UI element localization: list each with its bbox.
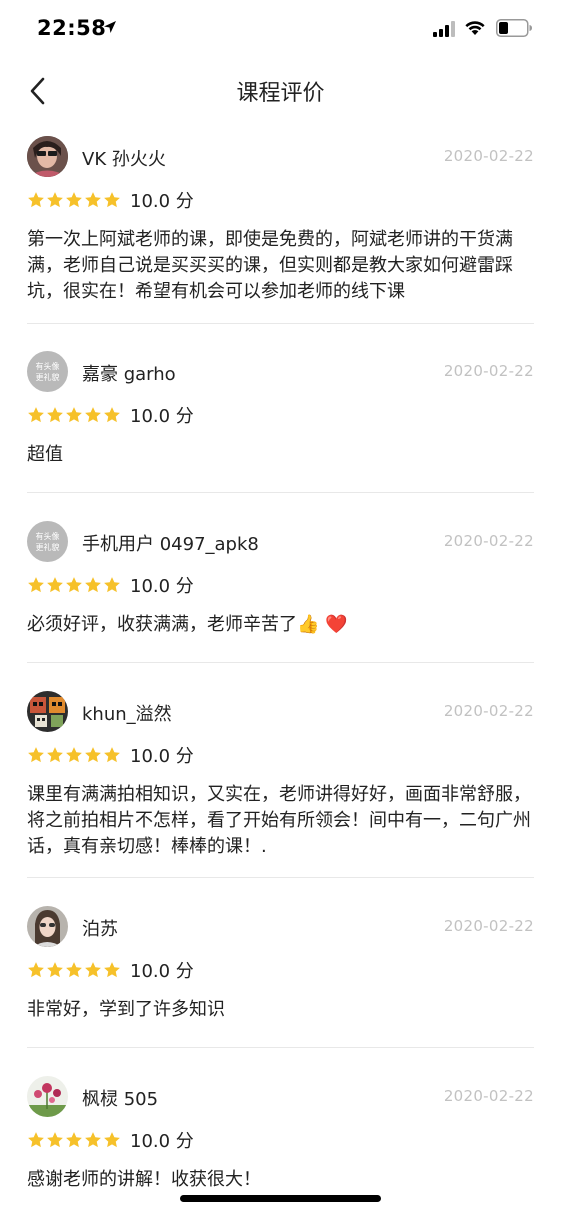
star-icon: [28, 192, 44, 208]
star-icon: [85, 962, 101, 978]
star-icon: [28, 1132, 44, 1148]
review-username: VK 孙火火: [82, 149, 166, 170]
avatar[interactable]: [27, 691, 68, 732]
star-icon: [85, 407, 101, 423]
review-item: khun_溢然 2020-02-22 10.0 分 课里有满满拍相知识，又实在，…: [27, 691, 534, 861]
star-icon: [104, 1132, 120, 1148]
review-content: 第一次上阿斌老师的课，即使是免费的，阿斌老师讲的干货满满，老师自己说是买买买的课…: [27, 229, 513, 302]
default-avatar[interactable]: 有头像 更礼貌: [27, 521, 68, 562]
review-date: 2020-02-22: [443, 1087, 534, 1105]
star-icon: [104, 577, 120, 593]
star-icon: [28, 577, 44, 593]
review-score: 10.0 分: [130, 576, 194, 597]
rating: 10.0 分: [27, 573, 194, 597]
star-icon: [66, 962, 82, 978]
review-date: 2020-02-22: [443, 917, 534, 935]
star-icon: [85, 192, 101, 208]
review-item: 泊苏 2020-02-22 10.0 分 非常好，学到了许多知识: [27, 906, 534, 1026]
rating: 10.0 分: [27, 403, 194, 427]
review-score: 10.0 分: [130, 746, 194, 767]
avatar[interactable]: [27, 136, 68, 177]
star-rating: [27, 961, 121, 979]
star-icon: [47, 747, 63, 763]
rating: 10.0 分: [27, 743, 194, 767]
pixel-art-avatar-icon: [27, 691, 68, 732]
battery-icon: [496, 19, 532, 37]
nav-bar: 课程评价: [0, 60, 561, 120]
star-icon: [66, 192, 82, 208]
location-arrow-icon: [104, 21, 116, 33]
user-photo-avatar-icon: [27, 136, 68, 177]
flower-avatar-icon: [27, 1076, 68, 1117]
user-photo-avatar-icon: [27, 906, 68, 947]
review-item: VK 孙火火 2020-02-22 10.0 分 第一次上阿斌老师的课，即使是免…: [27, 136, 534, 306]
star-rating: [27, 1131, 121, 1149]
star-icon: [85, 1132, 101, 1148]
star-icon: [47, 1132, 63, 1148]
star-icon: [66, 577, 82, 593]
star-icon: [66, 747, 82, 763]
review-date: 2020-02-22: [443, 362, 534, 380]
review-content: 必须好评，收获满满，老师辛苦了👍 ❤️: [27, 614, 348, 635]
divider: [27, 1047, 534, 1048]
review-item: 有头像 更礼貌 手机用户 0497_apk8 2020-02-22 10.0 分…: [27, 521, 534, 641]
star-rating: [27, 576, 121, 594]
star-icon: [47, 577, 63, 593]
review-score: 10.0 分: [130, 191, 194, 212]
review-score: 10.0 分: [130, 961, 194, 982]
divider: [27, 877, 534, 878]
wifi-icon: [465, 21, 485, 35]
star-icon: [47, 407, 63, 423]
default-avatar[interactable]: 有头像 更礼貌: [27, 351, 68, 392]
status-bar: 22:58: [0, 0, 561, 60]
review-item: 枫棂 505 2020-02-22 10.0 分 感谢老师的讲解！收获很大！: [27, 1076, 534, 1196]
star-icon: [47, 192, 63, 208]
review-content: 非常好，学到了许多知识: [27, 999, 225, 1020]
star-icon: [104, 192, 120, 208]
rating: 10.0 分: [27, 188, 194, 212]
review-content: 超值: [27, 444, 63, 465]
divider: [27, 662, 534, 663]
review-content: 课里有满满拍相知识，又实在，老师讲得好好，画面非常舒服，将之前拍相片不怎样，看了…: [27, 784, 531, 857]
avatar[interactable]: [27, 906, 68, 947]
star-icon: [104, 747, 120, 763]
review-username: khun_溢然: [82, 704, 172, 725]
star-icon: [85, 747, 101, 763]
star-icon: [47, 962, 63, 978]
star-icon: [85, 577, 101, 593]
review-content: 感谢老师的讲解！收获很大！: [27, 1169, 261, 1190]
star-icon: [66, 1132, 82, 1148]
star-rating: [27, 191, 121, 209]
review-username: 手机用户 0497_apk8: [82, 534, 259, 555]
star-icon: [104, 407, 120, 423]
review-score: 10.0 分: [130, 406, 194, 427]
star-icon: [28, 747, 44, 763]
review-score: 10.0 分: [130, 1131, 194, 1152]
star-rating: [27, 746, 121, 764]
review-date: 2020-02-22: [443, 702, 534, 720]
rating: 10.0 分: [27, 958, 194, 982]
star-icon: [104, 962, 120, 978]
review-date: 2020-02-22: [443, 147, 534, 165]
cellular-signal-icon: [433, 21, 455, 37]
review-username: 嘉豪 garho: [82, 364, 176, 385]
review-date: 2020-02-22: [443, 532, 534, 550]
star-icon: [66, 407, 82, 423]
home-indicator[interactable]: [180, 1195, 381, 1202]
divider: [27, 323, 534, 324]
review-username: 泊苏: [82, 919, 118, 940]
avatar[interactable]: [27, 1076, 68, 1117]
page-title: 课程评价: [236, 81, 325, 106]
divider: [27, 492, 534, 493]
rating: 10.0 分: [27, 1128, 194, 1152]
status-time: 22:58: [37, 16, 107, 40]
star-icon: [28, 407, 44, 423]
star-icon: [28, 962, 44, 978]
review-item: 有头像 更礼貌 嘉豪 garho 2020-02-22 10.0 分 超值: [27, 351, 534, 471]
star-rating: [27, 406, 121, 424]
review-username: 枫棂 505: [82, 1089, 159, 1110]
